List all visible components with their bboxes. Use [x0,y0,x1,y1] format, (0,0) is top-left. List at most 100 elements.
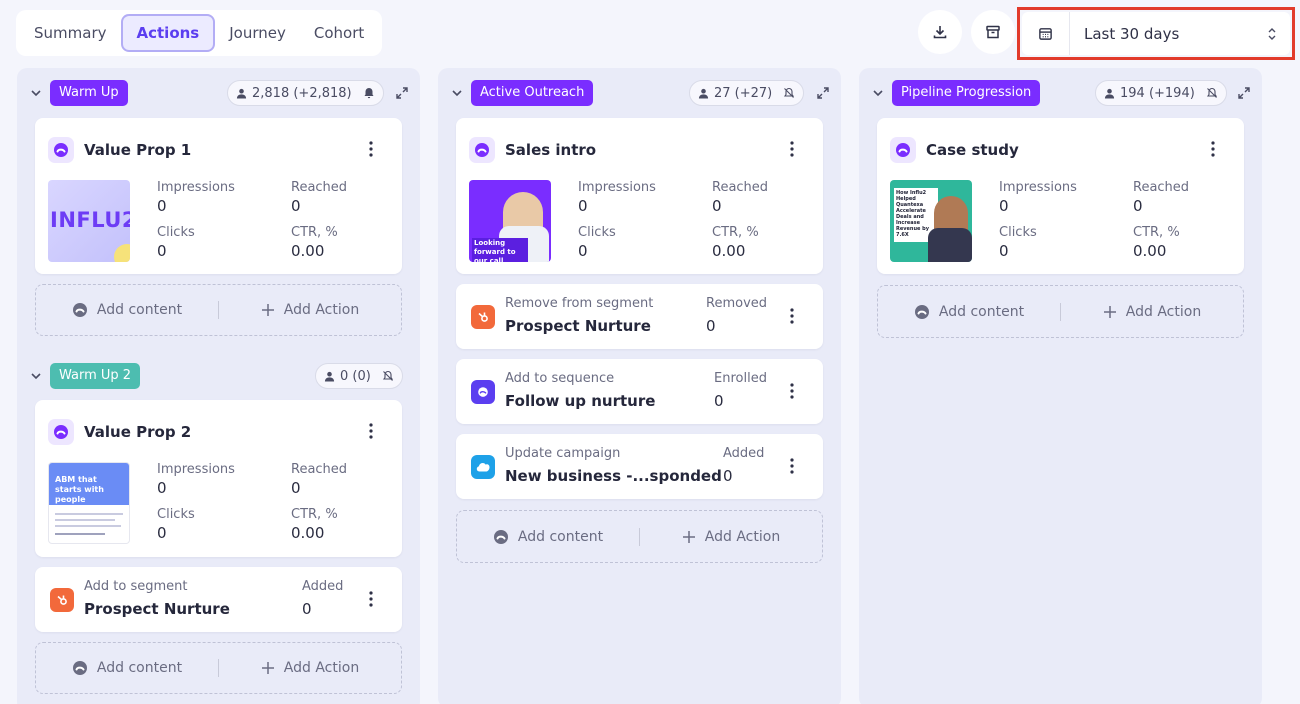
content-thumbnail: INFLU2 [48,180,130,262]
add-content-button[interactable]: Add content [36,643,218,693]
audience-count: 27 (+27) [714,85,773,101]
more-menu-button[interactable] [1203,139,1223,159]
bell-icon[interactable] [363,87,375,99]
influ2-logo-icon [469,137,495,163]
metric-reached: Reached 0 [291,180,348,215]
add-content-button[interactable]: Add content [36,285,218,335]
more-menu-button[interactable] [361,589,381,609]
content-card[interactable]: Sales intro Looking forward to our call … [456,118,823,274]
add-action-button[interactable]: Add Action [640,511,822,562]
add-row: Add content Add Action [35,642,402,694]
thumbnail-text: Looking forward to our call [472,238,528,262]
action-metric-label: Enrolled [714,371,767,386]
add-content-button[interactable]: Add content [457,511,639,562]
more-menu-button[interactable] [782,306,802,326]
action-value: Prospect Nurture [505,317,651,335]
metric-reached: Reached 0 [712,180,769,215]
action-card[interactable]: Update campaign New business -...sponded… [456,434,823,499]
content-thumbnail: Looking forward to our call [469,180,551,262]
plus-icon [1103,305,1116,318]
kebab-menu-icon [790,383,794,399]
audience-count-badge: 27 (+27) [689,80,805,106]
metric-ctr: CTR, % 0.00 [291,507,338,542]
date-range-select[interactable]: Last 30 days [1022,12,1290,55]
stage-header: Active Outreach 27 (+27) [438,68,841,116]
date-range-value: Last 30 days [1084,24,1180,43]
action-card[interactable]: Add to segment Prospect Nurture Added 0 [35,567,402,632]
tab-journey[interactable]: Journey [215,14,300,52]
action-card[interactable]: Remove from segment Prospect Nurture Rem… [456,284,823,349]
content-card[interactable]: Value Prop 2 ABM that starts with people… [35,400,402,557]
metric-impressions: Impressions 0 [999,180,1077,215]
more-menu-button[interactable] [361,139,381,159]
kebab-menu-icon [369,591,373,607]
calendar-icon [1039,28,1052,40]
calendar-button[interactable] [1022,12,1070,55]
influ2-logo-icon [72,661,87,675]
metric-clicks: Clicks 0 [999,225,1037,260]
action-metric-label: Added [723,446,765,461]
action-metric-label: Added [302,579,344,594]
metric-ctr: CTR, % 0.00 [1133,225,1180,260]
more-menu-button[interactable] [782,381,802,401]
add-action-button[interactable]: Add Action [219,285,401,335]
collapse-chevron-icon[interactable] [29,369,43,383]
content-thumbnail: How Influ2 Helped Quantexa Accelerate De… [890,180,972,262]
collapse-chevron-icon[interactable] [29,86,43,100]
bell-off-icon[interactable] [783,87,795,99]
more-menu-button[interactable] [782,139,802,159]
add-action-button[interactable]: Add Action [1061,286,1243,337]
metric-reached: Reached 0 [291,462,348,497]
stage-column-warm-up-2: Warm Up 2 0 (0) Value Prop 2 ABM that st… [17,352,420,704]
influ2-logo-icon [48,137,74,163]
collapse-chevron-icon[interactable] [871,86,885,100]
kebab-menu-icon [790,141,794,157]
collapse-chevron-icon[interactable] [450,86,464,100]
influ2-logo-icon [72,303,87,317]
more-menu-button[interactable] [782,456,802,476]
audience-count-badge: 2,818 (+2,818) [227,80,384,106]
tab-summary[interactable]: Summary [20,14,121,52]
action-card[interactable]: Add to sequence Follow up nurture Enroll… [456,359,823,424]
metric-impressions: Impressions 0 [157,180,235,215]
audience-count: 194 (+194) [1120,85,1195,101]
expand-icon[interactable] [395,86,409,100]
user-icon [324,371,335,382]
content-card[interactable]: Case study How Influ2 Helped Quantexa Ac… [877,118,1244,274]
stage-header: Warm Up 2 0 (0) [17,352,420,400]
metric-ctr: CTR, % 0.00 [291,225,338,260]
card-title: Sales intro [505,141,597,159]
tab-cohort[interactable]: Cohort [300,14,378,52]
action-label: Add to sequence [505,371,615,386]
bell-off-icon[interactable] [382,370,394,382]
add-action-button[interactable]: Add Action [219,643,401,693]
add-row: Add content Add Action [35,284,402,336]
bell-off-icon[interactable] [1206,87,1218,99]
expand-icon[interactable] [1237,86,1251,100]
stage-tag: Active Outreach [471,80,594,106]
tab-actions[interactable]: Actions [120,14,216,52]
audience-count: 2,818 (+2,818) [252,85,352,101]
archive-button[interactable] [971,10,1015,54]
stage-tag: Warm Up [50,80,128,106]
influ2-logo-icon [48,419,74,445]
action-metric-value: 0 [302,600,312,618]
more-menu-button[interactable] [361,421,381,441]
salesforce-icon [471,455,495,479]
download-button[interactable] [918,10,962,54]
influ2-logo-icon [493,529,508,544]
content-card[interactable]: Value Prop 1 INFLU2 Impressions 0 Reached… [35,118,402,274]
user-icon [698,88,709,99]
kebab-menu-icon [790,308,794,324]
audience-count-badge: 0 (0) [315,363,403,389]
action-metric-value: 0 [723,467,733,485]
stage-header: Warm Up 2,818 (+2,818) [17,68,420,116]
metric-clicks: Clicks 0 [157,507,195,542]
hubspot-icon [471,305,495,329]
add-content-button[interactable]: Add content [878,286,1060,337]
metric-ctr: CTR, % 0.00 [712,225,759,260]
action-metric-value: 0 [714,392,724,410]
sequence-icon [471,380,495,404]
expand-icon[interactable] [816,86,830,100]
stage-header: Pipeline Progression 194 (+194) [859,68,1262,116]
